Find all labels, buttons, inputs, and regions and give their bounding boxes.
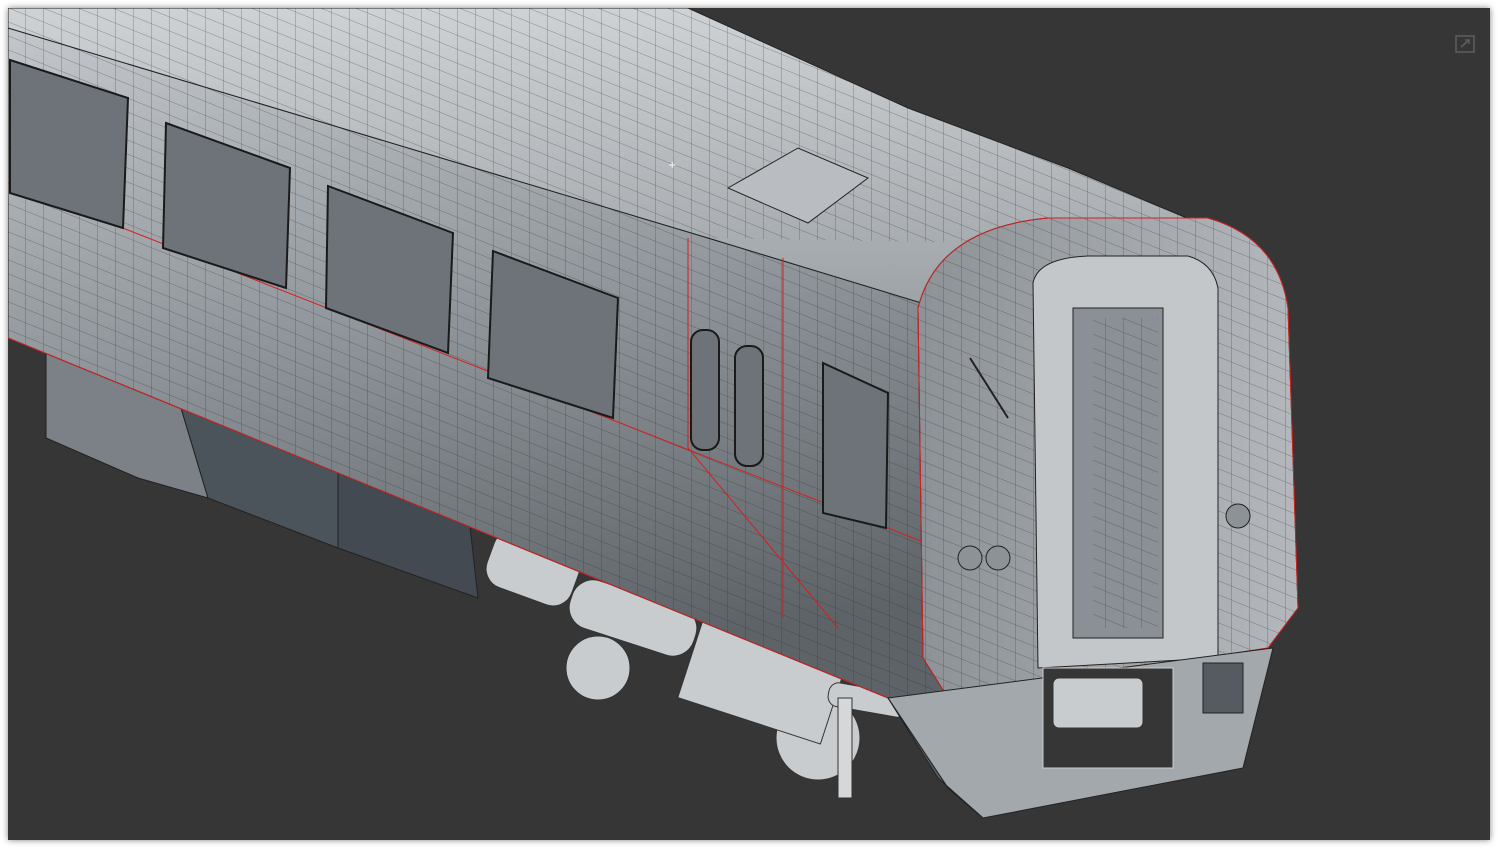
viewport-origin-icon: + [668,160,676,171]
front-cab [887,217,1299,819]
maximize-viewport-icon[interactable] [1454,34,1476,54]
train-model-wireframe[interactable]: + [8,8,1490,840]
3d-viewport[interactable]: + [8,8,1490,840]
